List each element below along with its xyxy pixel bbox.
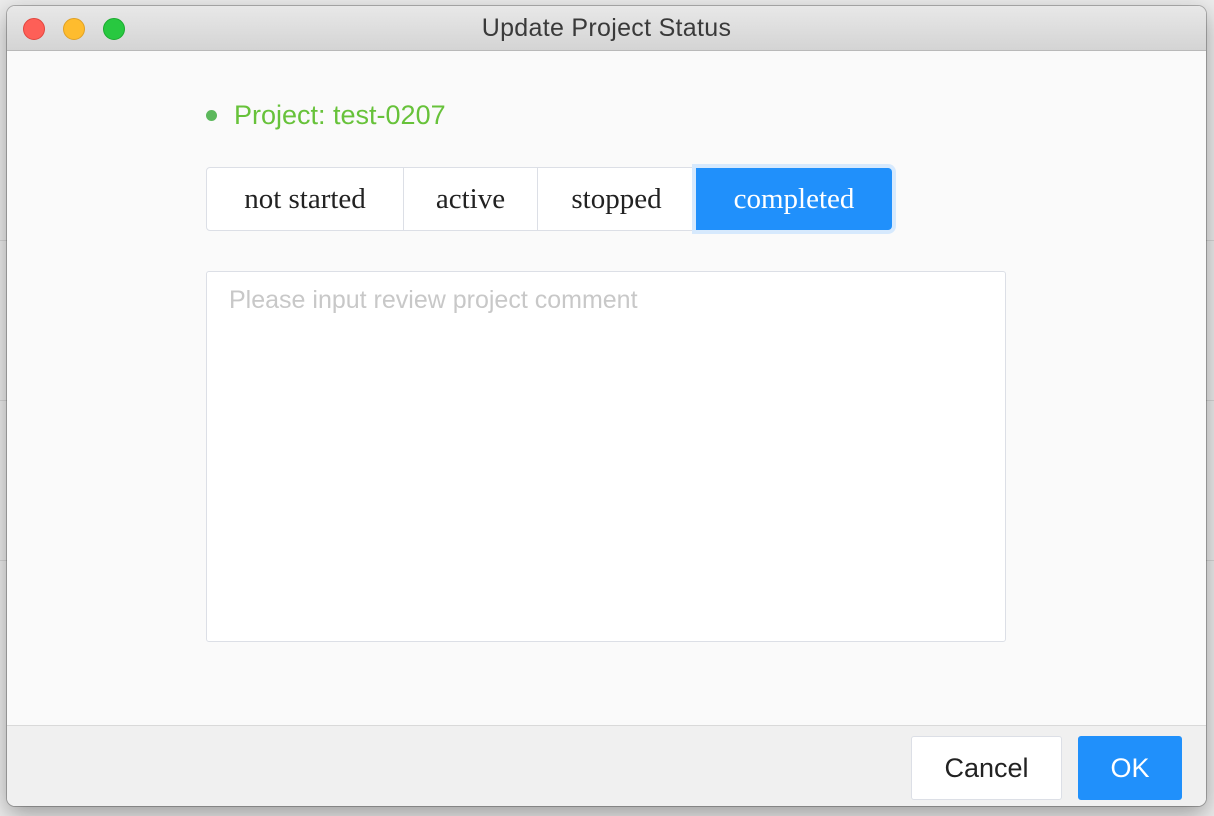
review-comment-textarea[interactable]	[206, 271, 1006, 642]
update-status-dialog: Update Project Status Project: test-0207…	[7, 6, 1206, 806]
project-label: Project: test-0207	[234, 99, 446, 130]
window-title: Update Project Status	[481, 14, 732, 42]
project-info: Project: test-0207	[206, 98, 446, 132]
status-dot-icon	[206, 109, 217, 121]
title-bar: Update Project Status	[7, 6, 1206, 51]
status-option-active[interactable]: active	[404, 168, 538, 230]
status-option-not-started[interactable]: not started	[207, 168, 404, 230]
cancel-button[interactable]: Cancel	[911, 736, 1062, 800]
ok-button[interactable]: OK	[1078, 736, 1182, 800]
status-option-completed[interactable]: completed	[696, 168, 892, 230]
status-segmented-control: not started active stopped completed	[206, 167, 893, 231]
status-option-stopped[interactable]: stopped	[538, 168, 696, 230]
dialog-footer: Cancel OK	[7, 725, 1206, 806]
